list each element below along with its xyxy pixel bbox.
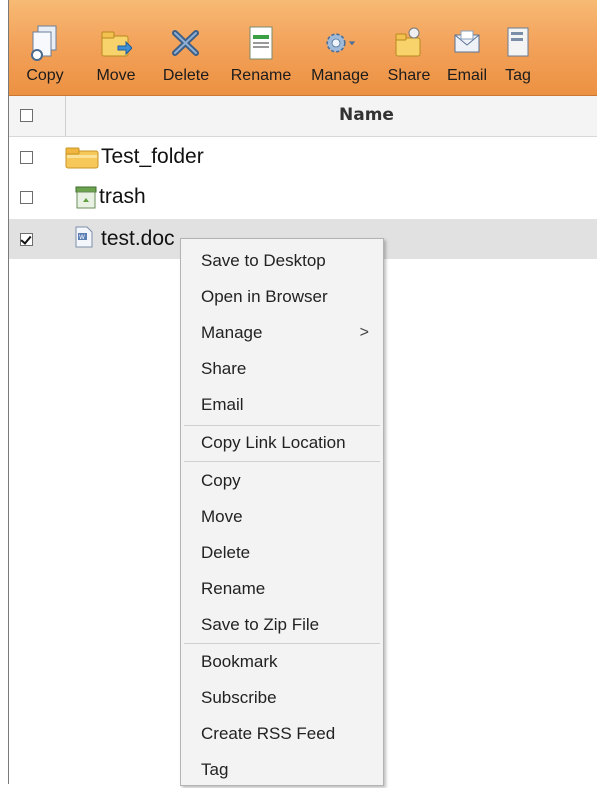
email-button[interactable]: Email [439, 0, 495, 95]
copy-label: Copy [26, 67, 64, 84]
menu-item-copy[interactable]: Copy [181, 463, 383, 499]
file-name[interactable]: test.doc [101, 227, 175, 251]
folder-icon [65, 146, 99, 169]
submenu-arrow-icon: > [359, 324, 369, 341]
name-column-header[interactable]: Name [339, 105, 394, 125]
menu-item-save-to-zip[interactable]: Save to Zip File [181, 607, 383, 643]
manage-button[interactable]: Manage [301, 0, 379, 95]
delete-label: Delete [162, 67, 210, 84]
file-name[interactable]: trash [99, 185, 146, 209]
copy-icon [29, 23, 61, 63]
move-button[interactable]: Move [81, 0, 151, 95]
manage-label: Manage [311, 67, 369, 84]
file-manager-window: Copy Move Delete Rename Manage Share Ema… [8, 0, 597, 786]
table-row[interactable]: Test_folder [9, 137, 597, 177]
trash-icon [75, 186, 97, 209]
share-icon [393, 23, 425, 63]
table-row[interactable]: trash [9, 177, 597, 217]
menu-item-share[interactable]: Share [181, 351, 383, 387]
rename-label: Rename [230, 67, 292, 84]
file-name[interactable]: Test_folder [101, 145, 204, 169]
select-all-checkbox[interactable] [20, 109, 33, 122]
delete-icon [170, 23, 202, 63]
tag-button[interactable]: Tag [495, 0, 535, 95]
share-button[interactable]: Share [379, 0, 439, 95]
menu-item-open-in-browser[interactable]: Open in Browser [181, 279, 383, 315]
svg-text:W: W [79, 234, 85, 241]
menu-item-email[interactable]: Email [181, 387, 383, 423]
menu-item-copy-link-location[interactable]: Copy Link Location [181, 425, 383, 461]
table-header: Name [9, 96, 597, 137]
menu-item-subscribe[interactable]: Subscribe [181, 680, 383, 716]
menu-item-delete[interactable]: Delete [181, 535, 383, 571]
gear-icon [324, 23, 356, 63]
menu-separator [184, 461, 380, 462]
menu-item-rename[interactable]: Rename [181, 571, 383, 607]
move-label: Move [96, 67, 136, 84]
copy-button[interactable]: Copy [9, 0, 81, 95]
menu-item-tag[interactable]: Tag [181, 752, 383, 788]
select-all-cell [9, 96, 66, 136]
menu-item-create-rss-feed[interactable]: Create RSS Feed [181, 716, 383, 752]
context-menu: Save to Desktop Open in Browser Manage >… [180, 238, 384, 786]
delete-button[interactable]: Delete [151, 0, 221, 95]
menu-item-save-to-desktop[interactable]: Save to Desktop [181, 243, 383, 279]
tag-label: Tag [505, 67, 531, 84]
rename-icon [245, 23, 277, 63]
toolbar: Copy Move Delete Rename Manage Share Ema… [9, 0, 597, 96]
menu-item-bookmark[interactable]: Bookmark [181, 644, 383, 680]
rename-button[interactable]: Rename [221, 0, 301, 95]
menu-item-label: Manage [201, 323, 263, 342]
menu-item-move[interactable]: Move [181, 499, 383, 535]
email-label: Email [446, 67, 487, 84]
doc-icon: W [75, 226, 97, 248]
email-icon [451, 23, 483, 63]
row-checkbox[interactable] [20, 151, 33, 164]
tag-icon [502, 23, 534, 63]
menu-item-manage[interactable]: Manage > [181, 315, 383, 351]
move-icon [100, 23, 132, 63]
share-label: Share [387, 67, 431, 84]
row-checkbox[interactable] [20, 233, 33, 246]
row-checkbox[interactable] [20, 191, 33, 204]
